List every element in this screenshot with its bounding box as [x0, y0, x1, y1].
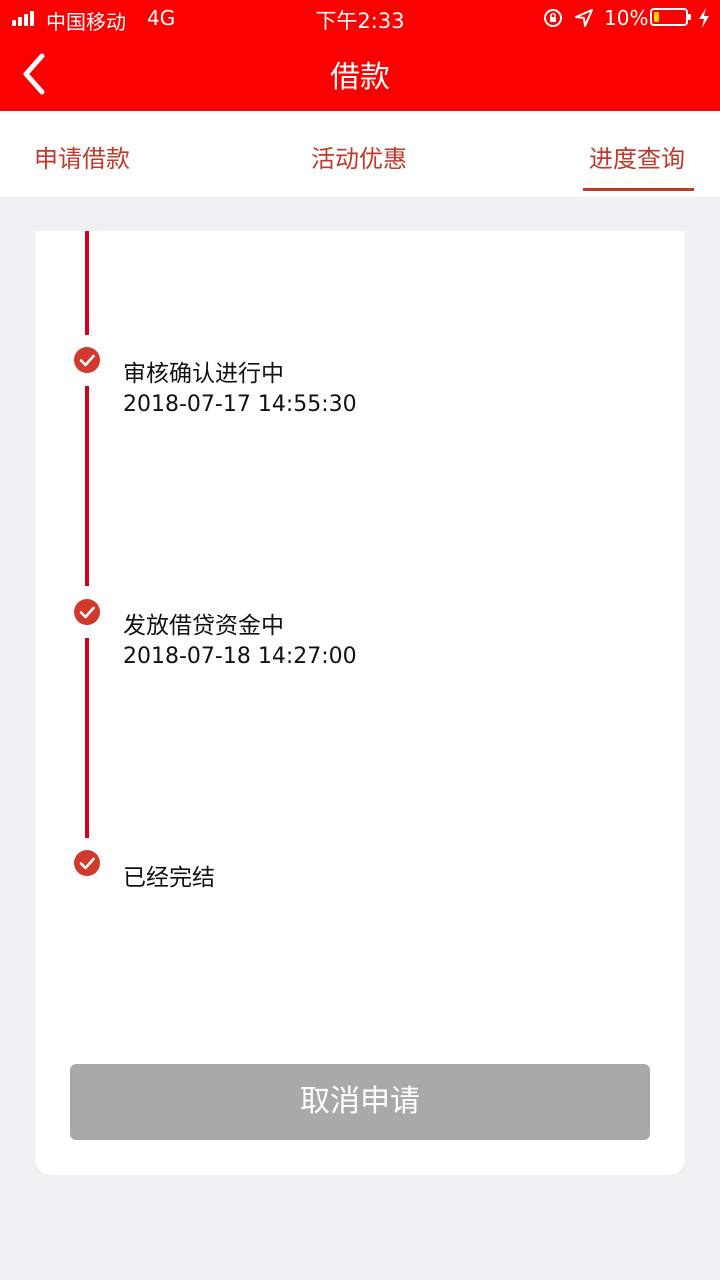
timeline-line: [85, 638, 89, 838]
check-circle-icon: [74, 347, 100, 373]
progress-card: 审核确认进行中 2018-07-17 14:55:30 发放借贷资金中 2018…: [35, 231, 685, 1175]
timeline-step-title: 已经完结: [123, 865, 215, 891]
app-header: 中国移动 4G 下午2:33 10% 借款: [0, 0, 720, 111]
orientation-lock-icon: [544, 9, 562, 27]
timeline-step-title: 发放借贷资金中: [123, 613, 284, 639]
check-circle-icon: [74, 599, 100, 625]
timeline-step-time: 2018-07-17 14:55:30: [123, 392, 357, 417]
tab-promotions[interactable]: 活动优惠: [311, 139, 407, 174]
status-bar: 中国移动 4G 下午2:33 10%: [0, 0, 720, 36]
timeline-line: [85, 231, 89, 335]
location-arrow-icon: [575, 9, 593, 27]
battery-percent: 10%: [604, 6, 649, 30]
cancel-application-button[interactable]: 取消申请: [70, 1064, 650, 1140]
tab-bar: 申请借款 活动优惠 进度查询: [0, 111, 720, 197]
charging-bolt-icon: [699, 8, 709, 28]
timeline-line: [85, 386, 89, 586]
battery-icon: [650, 8, 691, 26]
active-tab-indicator: [583, 188, 694, 191]
page-title: 借款: [330, 60, 390, 95]
tab-apply-loan[interactable]: 申请借款: [34, 139, 130, 174]
timeline-step-title: 审核确认进行中: [123, 361, 284, 387]
timeline-step-time: 2018-07-18 14:27:00: [123, 644, 357, 669]
check-circle-icon: [74, 850, 100, 876]
tab-progress[interactable]: 进度查询: [589, 139, 685, 174]
